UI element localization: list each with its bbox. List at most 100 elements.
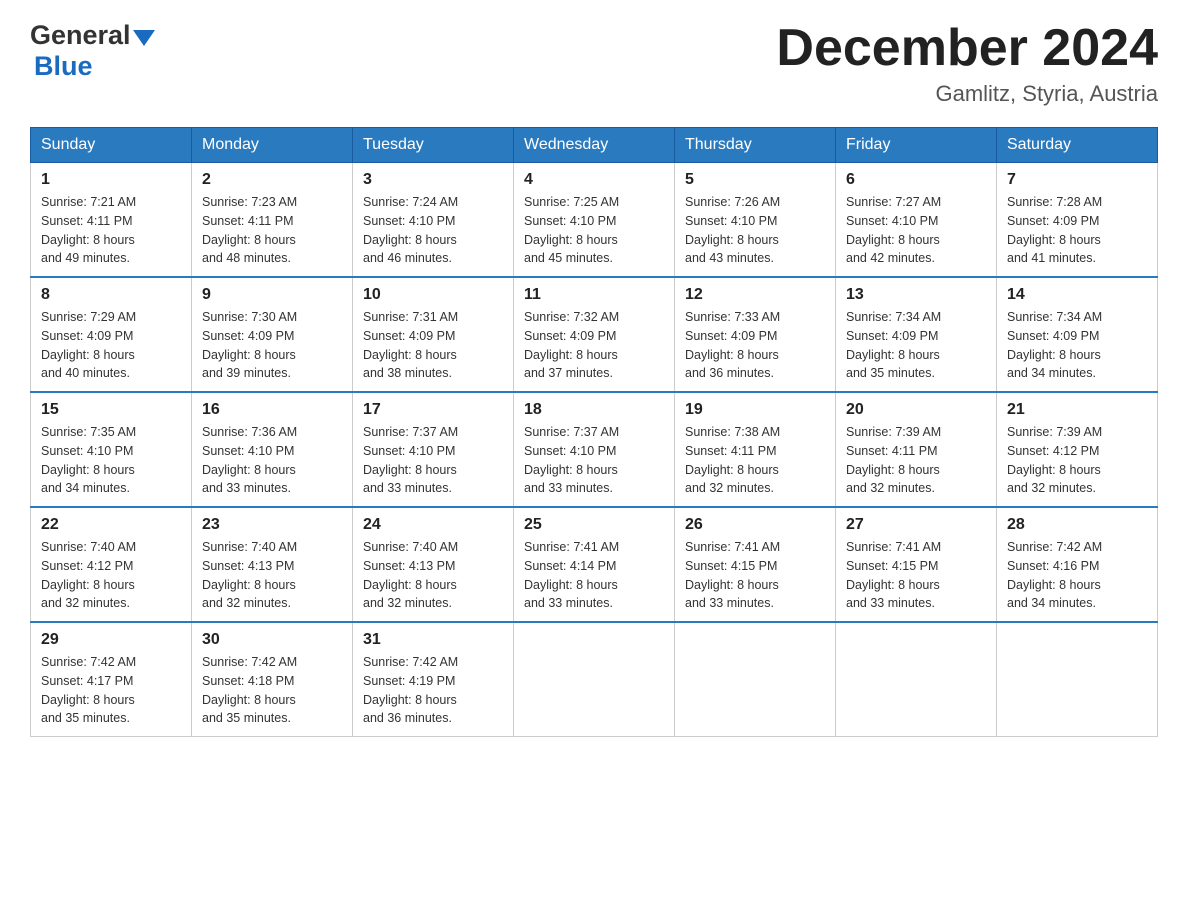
header-saturday: Saturday [997, 128, 1158, 163]
day-info: Sunrise: 7:26 AMSunset: 4:10 PMDaylight:… [685, 193, 825, 268]
logo: General Blue [30, 20, 155, 82]
day-info: Sunrise: 7:38 AMSunset: 4:11 PMDaylight:… [685, 423, 825, 498]
day-cell: 24Sunrise: 7:40 AMSunset: 4:13 PMDayligh… [353, 507, 514, 622]
day-info: Sunrise: 7:31 AMSunset: 4:09 PMDaylight:… [363, 308, 503, 383]
day-number: 19 [685, 401, 825, 419]
day-info: Sunrise: 7:23 AMSunset: 4:11 PMDaylight:… [202, 193, 342, 268]
day-cell: 12 Sunrise: 7:33 AMSunset: 4:09 PMDayligh… [675, 277, 836, 392]
day-info: Sunrise: 7:30 AMSunset: 4:09 PMDaylight:… [202, 308, 342, 383]
week-row-3: 15Sunrise: 7:35 AMSunset: 4:10 PMDayligh… [31, 392, 1158, 507]
header-monday: Monday [192, 128, 353, 163]
day-cell [675, 622, 836, 737]
day-number: 16 [202, 401, 342, 419]
day-info: Sunrise: 7:39 AMSunset: 4:12 PMDaylight:… [1007, 423, 1147, 498]
day-number: 30 [202, 631, 342, 649]
day-cell: 1Sunrise: 7:21 AMSunset: 4:11 PMDaylight… [31, 163, 192, 278]
day-cell: 7Sunrise: 7:28 AMSunset: 4:09 PMDaylight… [997, 163, 1158, 278]
day-number: 17 [363, 401, 503, 419]
day-number: 10 [363, 286, 503, 304]
day-cell: 17Sunrise: 7:37 AMSunset: 4:10 PMDayligh… [353, 392, 514, 507]
day-number: 23 [202, 516, 342, 534]
month-title: December 2024 [776, 20, 1158, 77]
day-number: 9 [202, 286, 342, 304]
day-cell: 19 Sunrise: 7:38 AMSunset: 4:11 PMDayligh… [675, 392, 836, 507]
day-cell: 20Sunrise: 7:39 AMSunset: 4:11 PMDayligh… [836, 392, 997, 507]
day-number: 13 [846, 286, 986, 304]
header-thursday: Thursday [675, 128, 836, 163]
day-number: 1 [41, 171, 181, 189]
day-cell: 10 Sunrise: 7:31 AMSunset: 4:09 PMDayligh… [353, 277, 514, 392]
header-tuesday: Tuesday [353, 128, 514, 163]
day-cell: 13 Sunrise: 7:34 AMSunset: 4:09 PMDayligh… [836, 277, 997, 392]
day-number: 24 [363, 516, 503, 534]
day-info: Sunrise: 7:40 AMSunset: 4:13 PMDaylight:… [202, 538, 342, 613]
day-info: Sunrise: 7:36 AMSunset: 4:10 PMDaylight:… [202, 423, 342, 498]
day-number: 15 [41, 401, 181, 419]
day-info: Sunrise: 7:42 AMSunset: 4:16 PMDaylight:… [1007, 538, 1147, 613]
header-friday: Friday [836, 128, 997, 163]
day-info: Sunrise: 7:41 AMSunset: 4:15 PMDaylight:… [685, 538, 825, 613]
day-number: 29 [41, 631, 181, 649]
day-cell: 15Sunrise: 7:35 AMSunset: 4:10 PMDayligh… [31, 392, 192, 507]
day-info: Sunrise: 7:42 AMSunset: 4:17 PMDaylight:… [41, 653, 181, 728]
day-cell: 8 Sunrise: 7:29 AMSunset: 4:09 PMDaylight… [31, 277, 192, 392]
day-info: Sunrise: 7:41 AMSunset: 4:15 PMDaylight:… [846, 538, 986, 613]
day-cell: 2 Sunrise: 7:23 AMSunset: 4:11 PMDaylight… [192, 163, 353, 278]
day-number: 8 [41, 286, 181, 304]
day-cell: 5Sunrise: 7:26 AMSunset: 4:10 PMDaylight… [675, 163, 836, 278]
day-number: 31 [363, 631, 503, 649]
day-number: 12 [685, 286, 825, 304]
day-number: 11 [524, 286, 664, 304]
day-info: Sunrise: 7:34 AMSunset: 4:09 PMDaylight:… [1007, 308, 1147, 383]
day-number: 2 [202, 171, 342, 189]
day-cell: 23 Sunrise: 7:40 AMSunset: 4:13 PMDayligh… [192, 507, 353, 622]
day-info: Sunrise: 7:42 AMSunset: 4:19 PMDaylight:… [363, 653, 503, 728]
day-cell: 26 Sunrise: 7:41 AMSunset: 4:15 PMDayligh… [675, 507, 836, 622]
day-number: 18 [524, 401, 664, 419]
day-cell: 28 Sunrise: 7:42 AMSunset: 4:16 PMDayligh… [997, 507, 1158, 622]
day-number: 3 [363, 171, 503, 189]
day-number: 20 [846, 401, 986, 419]
header-wednesday: Wednesday [514, 128, 675, 163]
day-info: Sunrise: 7:42 AMSunset: 4:18 PMDaylight:… [202, 653, 342, 728]
day-cell: 29 Sunrise: 7:42 AMSunset: 4:17 PMDayligh… [31, 622, 192, 737]
day-info: Sunrise: 7:27 AMSunset: 4:10 PMDaylight:… [846, 193, 986, 268]
day-cell: 3Sunrise: 7:24 AMSunset: 4:10 PMDaylight… [353, 163, 514, 278]
day-info: Sunrise: 7:41 AMSunset: 4:14 PMDaylight:… [524, 538, 664, 613]
day-info: Sunrise: 7:34 AMSunset: 4:09 PMDaylight:… [846, 308, 986, 383]
day-cell: 27 Sunrise: 7:41 AMSunset: 4:15 PMDayligh… [836, 507, 997, 622]
day-number: 21 [1007, 401, 1147, 419]
day-number: 14 [1007, 286, 1147, 304]
calendar-table: SundayMondayTuesdayWednesdayThursdayFrid… [30, 127, 1158, 737]
week-row-2: 8 Sunrise: 7:29 AMSunset: 4:09 PMDaylight… [31, 277, 1158, 392]
day-cell: 22Sunrise: 7:40 AMSunset: 4:12 PMDayligh… [31, 507, 192, 622]
day-cell: 30 Sunrise: 7:42 AMSunset: 4:18 PMDayligh… [192, 622, 353, 737]
day-cell: 18 Sunrise: 7:37 AMSunset: 4:10 PMDayligh… [514, 392, 675, 507]
day-info: Sunrise: 7:37 AMSunset: 4:10 PMDaylight:… [524, 423, 664, 498]
day-info: Sunrise: 7:33 AMSunset: 4:09 PMDaylight:… [685, 308, 825, 383]
day-cell: 4Sunrise: 7:25 AMSunset: 4:10 PMDaylight… [514, 163, 675, 278]
day-cell: 14 Sunrise: 7:34 AMSunset: 4:09 PMDayligh… [997, 277, 1158, 392]
day-cell: 16 Sunrise: 7:36 AMSunset: 4:10 PMDayligh… [192, 392, 353, 507]
day-number: 27 [846, 516, 986, 534]
day-number: 7 [1007, 171, 1147, 189]
logo-general-text: General [30, 20, 131, 51]
page-header: General Blue December 2024 Gamlitz, Styr… [30, 20, 1158, 107]
day-cell: 31 Sunrise: 7:42 AMSunset: 4:19 PMDayligh… [353, 622, 514, 737]
title-block: December 2024 Gamlitz, Styria, Austria [776, 20, 1158, 107]
logo-triangle-icon [133, 26, 155, 48]
day-cell [514, 622, 675, 737]
week-row-1: 1Sunrise: 7:21 AMSunset: 4:11 PMDaylight… [31, 163, 1158, 278]
day-info: Sunrise: 7:29 AMSunset: 4:09 PMDaylight:… [41, 308, 181, 383]
day-number: 6 [846, 171, 986, 189]
day-info: Sunrise: 7:40 AMSunset: 4:12 PMDaylight:… [41, 538, 181, 613]
day-number: 28 [1007, 516, 1147, 534]
day-cell: 25 Sunrise: 7:41 AMSunset: 4:14 PMDayligh… [514, 507, 675, 622]
day-cell [997, 622, 1158, 737]
day-number: 25 [524, 516, 664, 534]
logo-blue-text: Blue [34, 51, 93, 82]
day-cell [836, 622, 997, 737]
location-title: Gamlitz, Styria, Austria [776, 81, 1158, 107]
header-row: SundayMondayTuesdayWednesdayThursdayFrid… [31, 128, 1158, 163]
day-number: 26 [685, 516, 825, 534]
